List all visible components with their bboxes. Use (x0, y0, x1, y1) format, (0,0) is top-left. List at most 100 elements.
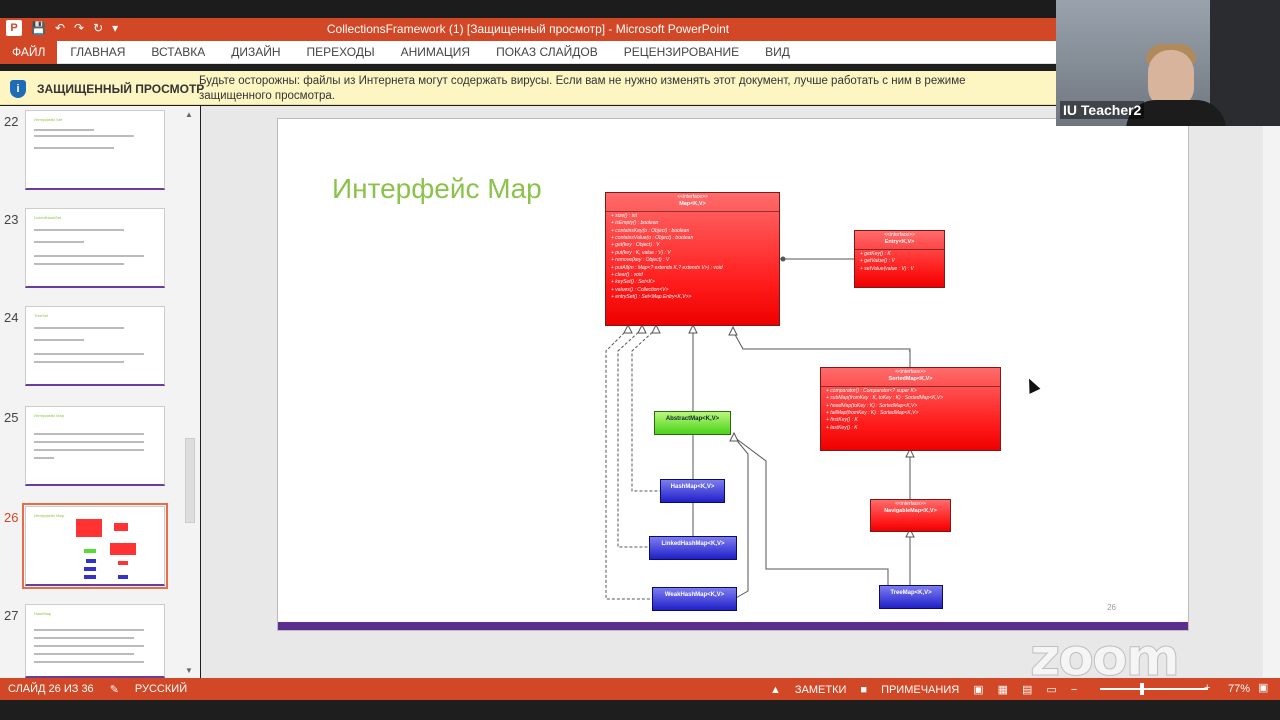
member: + putAll(m : Map<? extends K,? extends V… (611, 264, 723, 271)
notes-button[interactable]: ЗАМЕТКИ (795, 684, 847, 696)
uml-abstractmap-class[interactable]: AbstractMap<K,V> (654, 411, 731, 435)
tab-slideshow[interactable]: ПОКАЗ СЛАЙДОВ (483, 45, 611, 59)
comments-button[interactable]: ПРИМЕЧАНИЯ (881, 684, 959, 696)
uml-entry-interface[interactable]: <<interface>> Entry<K,V> + getKey() : K … (854, 230, 945, 288)
fit-slide-icon[interactable]: ▣ (1258, 681, 1268, 694)
zoom-in-icon[interactable]: + (1204, 682, 1210, 694)
stereotype-label: <<interface>> (895, 501, 926, 507)
uml-treemap-class[interactable]: TreeMap<K,V> (879, 585, 943, 609)
thumbnail-number: 26 (4, 510, 19, 525)
uml-map-members: + size() : int + isEmpty() : boolean + c… (606, 212, 779, 303)
title-bar: P 💾 ↶ ↷ ↻ ▾ CollectionsFramework (1) [За… (0, 18, 1056, 41)
thumbnail-title: Интерфейс Map (34, 413, 64, 418)
slide-sorter-icon[interactable]: ▦ (998, 683, 1008, 696)
uml-linkedhashmap-class[interactable]: LinkedHashMap<K,V> (649, 536, 737, 560)
uml-hashmap-class[interactable]: HashMap<K,V> (660, 479, 725, 503)
thumbnail-number: 24 (4, 310, 19, 325)
member: + keySet() : Set<K> (611, 279, 655, 286)
screen-bottom-bar (0, 700, 1280, 720)
stereotype-label: <<interface>> (677, 194, 708, 200)
slide-thumbnail[interactable]: HashMap (25, 604, 165, 678)
slide-thumbnail[interactable]: Интерфейс Map (25, 406, 165, 486)
class-name: Entry<K,V> (884, 239, 915, 246)
member: + setValue(value : V) : V (860, 265, 914, 272)
member: + subMap(fromKey : K, toKey : K) : Sorte… (826, 395, 944, 402)
class-name: NavigableMap<K,V> (884, 508, 937, 515)
class-name: TreeMap<K,V> (890, 590, 932, 596)
member: + remove(key : Object) : V (611, 257, 670, 264)
class-name: AbstractMap<K,V> (665, 416, 720, 422)
zoom-percentage[interactable]: 77% (1228, 683, 1250, 695)
thumbnail-number: 23 (4, 212, 19, 227)
thumbnail-number: 22 (4, 114, 19, 129)
uml-sortedmap-header: <<interface>> SortedMap<K,V> (821, 368, 1000, 387)
member: + clear() : void (611, 272, 643, 279)
member: + firstKey() : K (826, 417, 858, 424)
tab-animations[interactable]: АНИМАЦИЯ (388, 45, 483, 59)
member: + getValue() : V (860, 258, 895, 265)
member: + containsValue(o : Object) : boolean (611, 235, 694, 242)
member: + tailMap(fromKey : K) : SortedMap<K,V> (826, 410, 919, 417)
tab-review[interactable]: РЕЦЕНЗИРОВАНИЕ (611, 45, 752, 59)
spellcheck-icon[interactable]: ✎ (110, 683, 119, 696)
webcam-video: IU Teacher2 (1056, 0, 1280, 126)
notes-icon[interactable]: ▲ (770, 684, 781, 696)
thumbnails-scrollbar[interactable]: ▲ ▼ (183, 108, 197, 678)
slide[interactable]: Интерфейс Map <<interface>> Map<K,V> + s… (277, 118, 1189, 631)
uml-sortedmap-members: + comparator() : Comparator<? super K> +… (821, 387, 1000, 433)
thumbnail-title: Интерфейс Set (34, 117, 63, 122)
comments-icon[interactable]: ■ (860, 684, 867, 696)
scrollbar-thumb[interactable] (185, 438, 195, 523)
uml-entry-members: + getKey() : K + getValue() : V + setVal… (855, 250, 944, 274)
member: + values() : Collection<V> (611, 286, 669, 293)
member: + getKey() : K (860, 250, 891, 257)
member: + comparator() : Comparator<? super K> (826, 387, 917, 394)
class-name: LinkedHashMap<K,V> (661, 541, 725, 547)
slide-thumbnail-selected[interactable]: Интерфейс Map (22, 503, 168, 589)
slide-thumbnail[interactable]: LinkedHashSet (25, 208, 165, 288)
thumbnail-title: TreeSet (34, 313, 49, 318)
tab-design[interactable]: ДИЗАЙН (218, 45, 293, 59)
member: + headMap(toKey : K) : SortedMap<K,V> (826, 402, 918, 409)
thumbnail-number: 27 (4, 608, 19, 623)
window-title: CollectionsFramework (1) [Защищенный про… (326, 22, 730, 36)
thumbnail-title: HashMap (34, 611, 52, 616)
uml-navigablemap-interface[interactable]: <<interface>> NavigableMap<K,V> (870, 499, 951, 532)
thumbnail-title: LinkedHashSet (34, 215, 62, 220)
scroll-down-icon[interactable]: ▼ (185, 666, 193, 675)
uml-map-interface[interactable]: <<interface>> Map<K,V> + size() : int + … (605, 192, 780, 326)
shield-icon: i (10, 80, 26, 98)
tab-transitions[interactable]: ПЕРЕХОДЫ (294, 45, 388, 59)
scroll-up-icon[interactable]: ▲ (185, 110, 193, 119)
slide-thumbnail[interactable]: Интерфейс Set (25, 110, 165, 190)
zoom-slider[interactable] (1100, 688, 1208, 690)
language-indicator[interactable]: РУССКИЙ (135, 683, 187, 696)
class-name: Map<K,V> (679, 201, 706, 208)
member: + put(key : K, value : V) : V (611, 249, 671, 256)
member: + containsKey(o : Object) : boolean (611, 227, 690, 234)
tab-view[interactable]: ВИД (752, 45, 803, 59)
member: + size() : int (611, 212, 637, 219)
class-name: HashMap<K,V> (670, 484, 715, 490)
normal-view-icon[interactable]: ▣ (973, 683, 983, 696)
thumbnail-title: Интерфейс Map (34, 513, 64, 518)
slide-scrollbar[interactable] (1263, 106, 1280, 678)
uml-sortedmap-interface[interactable]: <<interface>> SortedMap<K,V> + comparato… (820, 367, 1001, 451)
tab-home[interactable]: ГЛАВНАЯ (57, 45, 138, 59)
member: + entrySet() : Set<Map.Entry<K,V>> (611, 294, 692, 301)
uml-entry-header: <<interface>> Entry<K,V> (855, 231, 944, 250)
member: + isEmpty() : boolean (611, 220, 659, 227)
tab-insert[interactable]: ВСТАВКА (138, 45, 218, 59)
member: + get(key : Object) : V (611, 242, 660, 249)
slide-thumbnails-panel: 22 Интерфейс Set 23 LinkedHashSet 24 Tre… (0, 106, 200, 678)
uml-map-header: <<interface>> Map<K,V> (606, 193, 779, 212)
slide-counter[interactable]: СЛАЙД 26 ИЗ 36 (8, 683, 94, 696)
slide-thumbnail[interactable]: TreeSet (25, 306, 165, 386)
stereotype-label: <<interface>> (884, 232, 915, 238)
stereotype-label: <<interface>> (895, 369, 926, 375)
thumbnail-number: 25 (4, 410, 19, 425)
ribbon-tabs: ФАЙЛ ГЛАВНАЯ ВСТАВКА ДИЗАЙН ПЕРЕХОДЫ АНИ… (0, 40, 1056, 64)
tab-file[interactable]: ФАЙЛ (0, 40, 58, 64)
protected-view-label: ЗАЩИЩЕННЫЙ ПРОСМОТР (37, 82, 205, 96)
uml-weakhashmap-class[interactable]: WeakHashMap<K,V> (652, 587, 737, 611)
